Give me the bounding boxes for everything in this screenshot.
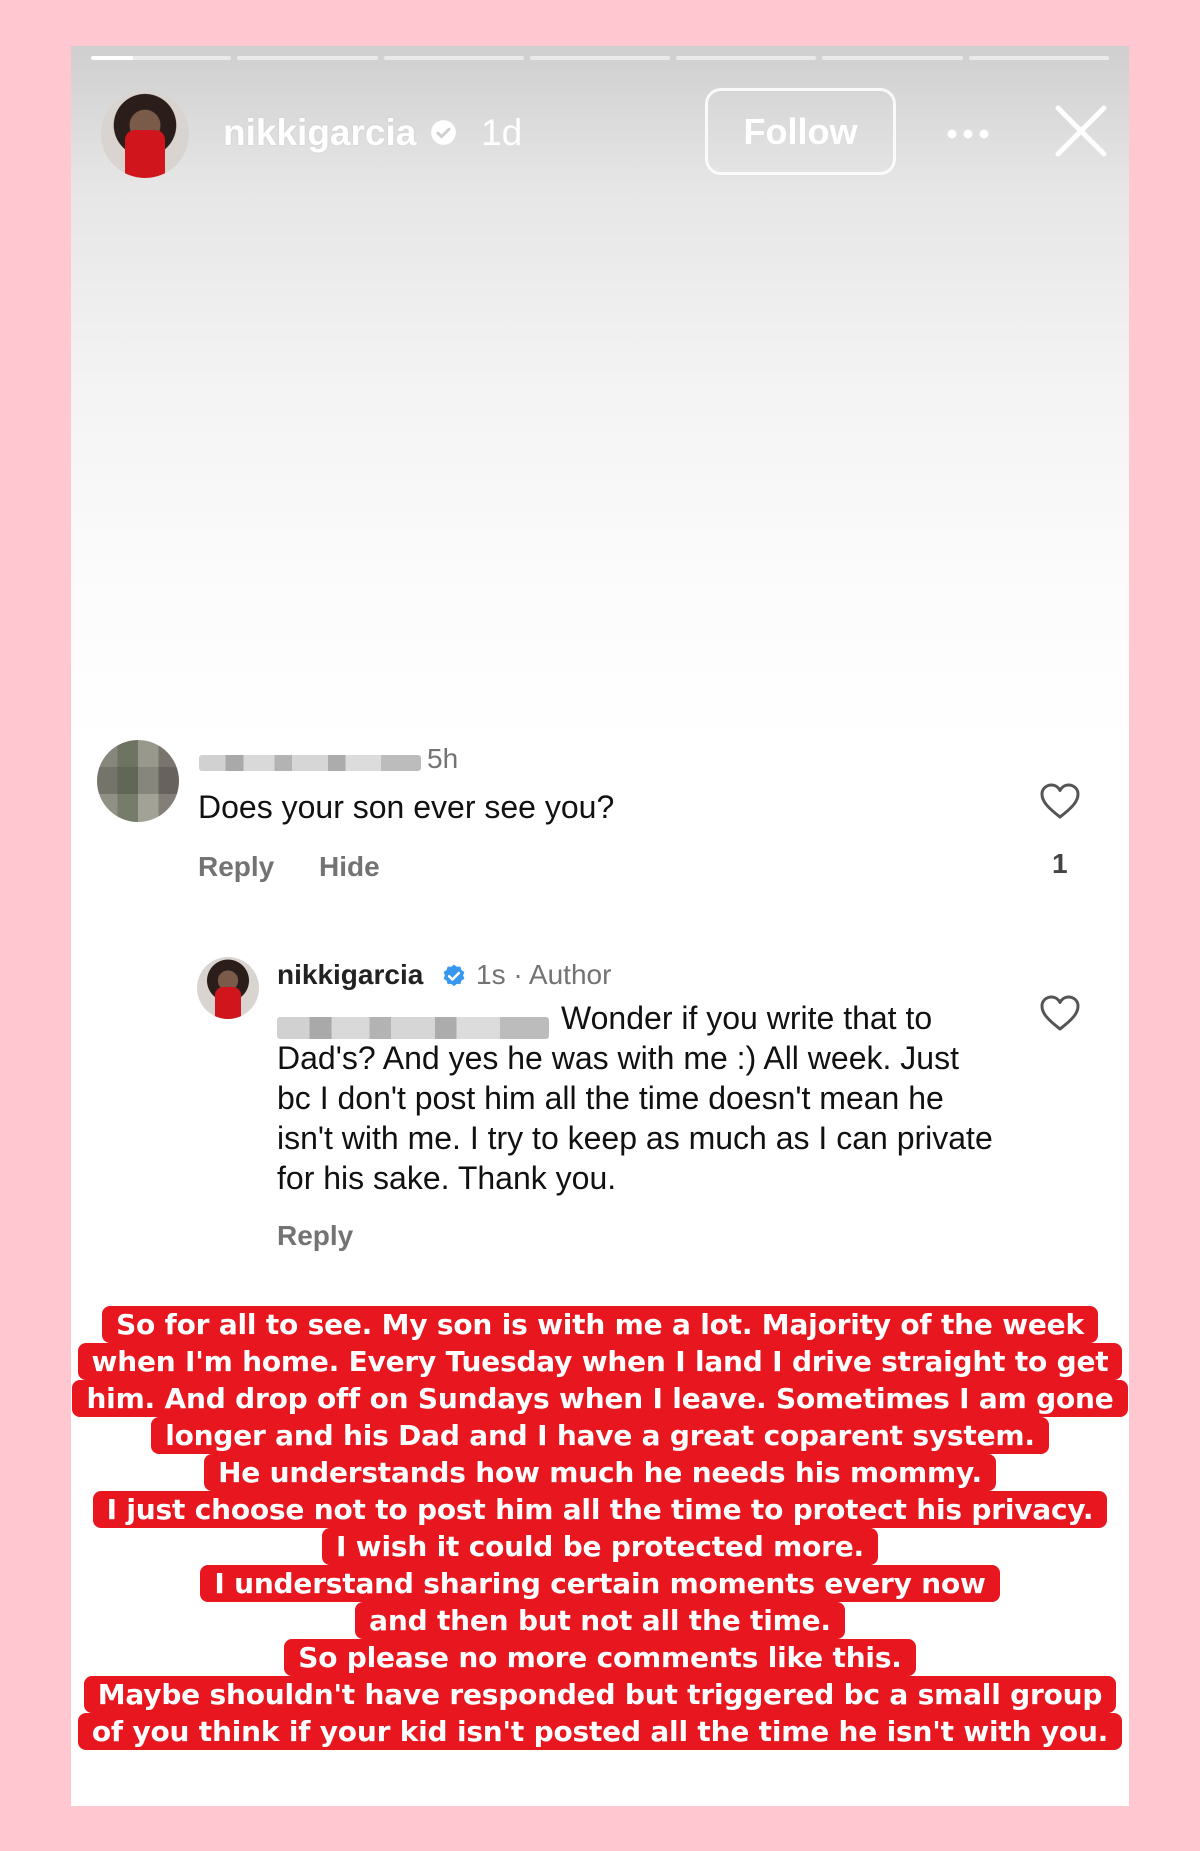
progress-segment: [968, 56, 1109, 60]
comment-timestamp: 5h: [427, 743, 459, 774]
caption-line: and then but not all the time.: [355, 1602, 845, 1639]
story-caption: So for all to see. My son is with me a l…: [71, 1306, 1129, 1750]
caption-line: I understand sharing certain moments eve…: [200, 1565, 1000, 1602]
commenter-avatar[interactable]: [97, 740, 179, 822]
progress-segment: [383, 56, 524, 60]
verified-badge-icon: [431, 120, 456, 145]
reply-author-username[interactable]: nikkigarcia: [277, 959, 423, 991]
progress-segment: [91, 56, 232, 60]
progress-segment: [676, 56, 817, 60]
caption-line: him. And drop off on Sundays when I leav…: [72, 1380, 1128, 1417]
caption-line: He understands how much he needs his mom…: [204, 1454, 996, 1491]
story-progress-bar: [91, 56, 1109, 61]
caption-line: of you think if your kid isn't posted al…: [77, 1713, 1123, 1750]
story-timestamp: 1d: [481, 112, 523, 153]
reply-text: Wonder if you write that to Dad's? And y…: [277, 998, 997, 1198]
caption-line: So for all to see. My son is with me a l…: [102, 1306, 1098, 1343]
comment-like-count: 1: [1052, 848, 1068, 879]
comment-text: Does your son ever see you?: [198, 789, 615, 825]
more-options-icon[interactable]: [946, 128, 990, 140]
blurred-commenter-username: [199, 755, 421, 771]
caption-line: Maybe shouldn't have responded but trigg…: [83, 1676, 1117, 1713]
progress-segment: [822, 56, 963, 60]
caption-line: I wish it could be protected more.: [322, 1528, 878, 1565]
heart-icon[interactable]: [1039, 782, 1081, 820]
progress-segment: [237, 56, 378, 60]
caption-line: So please no more comments like this.: [284, 1639, 916, 1676]
reply-author-avatar[interactable]: [197, 957, 259, 1019]
caption-line: longer and his Dad and I have a great co…: [151, 1417, 1049, 1454]
story-author-username[interactable]: nikkigarcia: [223, 112, 416, 154]
heart-icon[interactable]: [1039, 994, 1081, 1032]
close-icon[interactable]: [1052, 102, 1110, 160]
reply-meta: 1s · Author: [476, 959, 612, 990]
reply-reply-button[interactable]: Reply: [277, 1220, 353, 1252]
reply-text-rest: Dad's? And yes he was with me :) All wee…: [277, 1040, 993, 1196]
reply-text-line1: Wonder if you write that to: [561, 1000, 933, 1036]
comment-hide-button[interactable]: Hide: [319, 851, 380, 883]
verified-badge-icon: [443, 964, 465, 987]
story-author-avatar[interactable]: [101, 90, 189, 178]
comment-reply-button[interactable]: Reply: [198, 851, 274, 883]
progress-segment: [529, 56, 671, 60]
caption-line: when I'm home. Every Tuesday when I land…: [77, 1343, 1123, 1380]
follow-button[interactable]: Follow: [705, 88, 896, 175]
caption-line: I just choose not to post him all the ti…: [92, 1491, 1108, 1528]
story-viewer: nikkigarcia 1d Follow 5h Does your son e…: [71, 46, 1129, 1806]
